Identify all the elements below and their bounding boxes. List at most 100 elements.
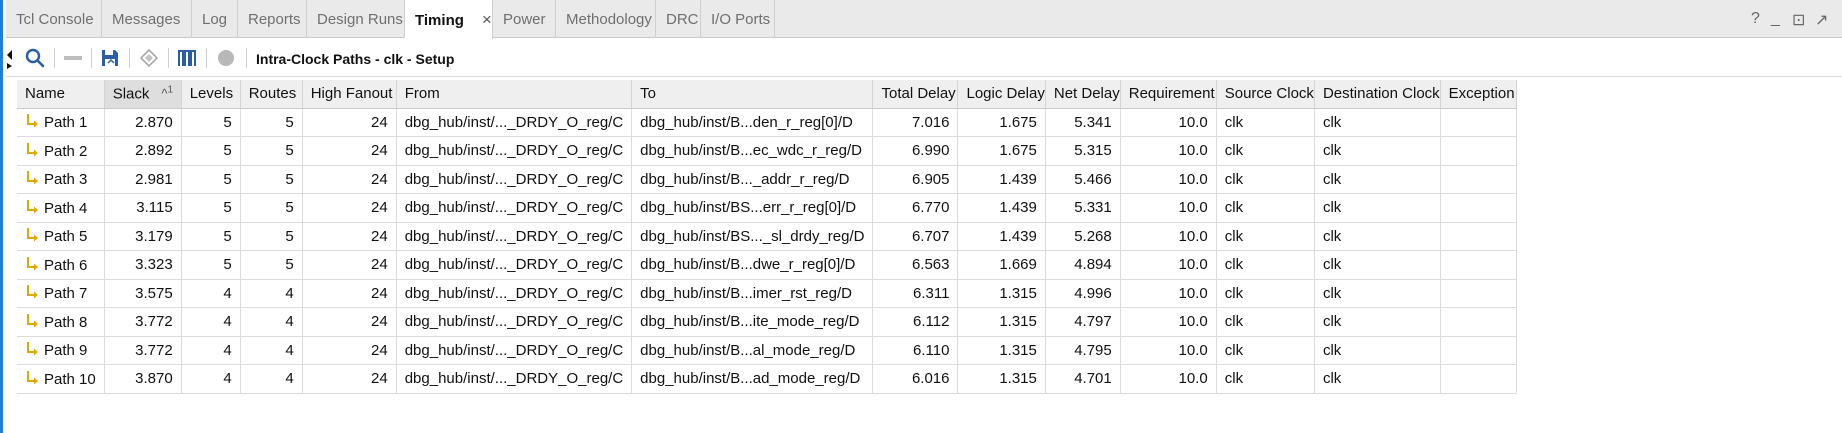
tab-tcl-console[interactable]: Tcl Console	[6, 0, 102, 38]
column-header-routes[interactable]: Routes	[240, 80, 303, 109]
minimize-icon[interactable]: _	[1771, 10, 1780, 28]
table-cell: 6.990	[872, 136, 959, 166]
table-cell: Path 1	[17, 108, 105, 137]
table-cell: dbg_hub/inst/B...imer_rst_reg/D	[631, 279, 874, 308]
float-icon[interactable]: ↗	[1815, 10, 1828, 30]
column-header-total-delay[interactable]: Total Delay	[872, 80, 959, 109]
table-cell: 24	[302, 193, 397, 223]
table-cell: 10.0	[1120, 307, 1217, 337]
table-cell: dbg_hub/inst/BS..._sl_drdy_reg/D	[631, 222, 874, 251]
tab-label: Power	[503, 11, 546, 28]
table-cell: 4.701	[1045, 364, 1121, 394]
sort-ascending-icon: ^1	[161, 85, 173, 101]
column-header-logic-delay[interactable]: Logic Delay	[957, 80, 1046, 109]
table-row[interactable]: Path 6 3.323 5 5 24 dbg_hub/inst/..._DRDY_O_r…	[17, 250, 1517, 280]
table-cell: 6.311	[872, 279, 959, 308]
table-cell	[1440, 250, 1517, 280]
table-row[interactable]: Path 10 3.870 4 4 24 dbg_hub/inst/..._DRDY_O_…	[17, 364, 1517, 394]
diamond-icon[interactable]	[138, 47, 160, 69]
collapse-arrow-icon[interactable]	[6, 47, 14, 69]
table-cell: dbg_hub/inst/..._DRDY_O_reg/C	[396, 108, 633, 137]
help-icon[interactable]: ?	[1751, 10, 1760, 28]
table-cell: 6.707	[872, 222, 959, 251]
table-cell: 1.669	[957, 250, 1046, 280]
path-name: Path 7	[44, 285, 88, 303]
tab-label: Design Runs	[317, 11, 403, 28]
table-cell: 10.0	[1120, 279, 1217, 308]
table-row[interactable]: Path 9 3.772 4 4 24 dbg_hub/inst/..._DRDY_O_r…	[17, 336, 1517, 365]
tab-io-ports[interactable]: I/O Ports	[701, 0, 775, 38]
table-cell: clk	[1216, 193, 1315, 223]
tab-log[interactable]: Log	[192, 0, 238, 38]
table-cell: 6.563	[872, 250, 959, 280]
table-cell: 4	[181, 307, 241, 337]
table-row[interactable]: Path 3 2.981 5 5 24 dbg_hub/inst/..._DRDY_O_r…	[17, 165, 1517, 194]
tab-messages[interactable]: Messages	[102, 0, 192, 38]
minus-icon[interactable]	[63, 47, 83, 69]
tab-timing[interactable]: Timing ×	[405, 0, 493, 39]
table-cell	[1440, 136, 1517, 166]
column-header-high-fanout[interactable]: High Fanout	[302, 80, 397, 109]
table-row[interactable]: Path 8 3.772 4 4 24 dbg_hub/inst/..._DRDY_O_r…	[17, 307, 1517, 337]
table-cell: clk	[1314, 136, 1441, 166]
table-cell: 4	[240, 279, 303, 308]
column-header-slack[interactable]: Slack ^1	[104, 80, 182, 109]
column-header-to[interactable]: To	[631, 80, 874, 109]
column-header-requirement[interactable]: Requirement	[1120, 80, 1217, 109]
table-cell: clk	[1314, 193, 1441, 223]
table-cell: 24	[302, 307, 397, 337]
path-name: Path 1	[44, 114, 88, 132]
column-header-net-delay[interactable]: Net Delay	[1045, 80, 1121, 109]
table-cell: 1.675	[957, 108, 1046, 137]
restore-icon[interactable]: ⊡	[1792, 10, 1805, 30]
table-cell: 5	[240, 250, 303, 280]
column-header-source-clock[interactable]: Source Clock	[1216, 80, 1315, 109]
tab-reports[interactable]: Reports	[238, 0, 307, 38]
table-cell: dbg_hub/inst/..._DRDY_O_reg/C	[396, 165, 633, 194]
table-cell: clk	[1314, 364, 1441, 394]
close-icon[interactable]: ×	[482, 10, 492, 29]
table-row[interactable]: Path 2 2.892 5 5 24 dbg_hub/inst/..._DRDY_O_r…	[17, 136, 1517, 166]
table-cell	[1440, 279, 1517, 308]
table-cell: dbg_hub/inst/..._DRDY_O_reg/C	[396, 222, 633, 251]
table-row[interactable]: Path 5 3.179 5 5 24 dbg_hub/inst/..._DRDY_O_r…	[17, 222, 1517, 251]
tab-methodology[interactable]: Methodology	[556, 0, 656, 38]
save-icon[interactable]	[99, 47, 121, 69]
column-header-from[interactable]: From	[396, 80, 633, 109]
column-header-exception[interactable]: Exception	[1440, 80, 1517, 109]
tab-design-runs[interactable]: Design Runs	[307, 0, 405, 38]
table-row[interactable]: Path 4 3.115 5 5 24 dbg_hub/inst/..._DRDY_O_r…	[17, 193, 1517, 223]
column-header-name[interactable]: Name	[17, 80, 105, 109]
table-cell: 4	[240, 364, 303, 394]
search-icon[interactable]	[24, 47, 46, 69]
waveform-icon[interactable]	[176, 47, 198, 69]
column-header-levels[interactable]: Levels	[181, 80, 241, 109]
table-cell: dbg_hub/inst/..._DRDY_O_reg/C	[396, 336, 633, 365]
tab-power[interactable]: Power	[493, 0, 556, 38]
table-cell: 4.996	[1045, 279, 1121, 308]
table-cell: 4.894	[1045, 250, 1121, 280]
timing-path-icon	[27, 342, 38, 356]
table-cell: 1.439	[957, 165, 1046, 194]
table-row[interactable]: Path 7 3.575 4 4 24 dbg_hub/inst/..._DRDY_O_r…	[17, 279, 1517, 308]
table-cell: clk	[1216, 307, 1315, 337]
tab-drc[interactable]: DRC	[656, 0, 701, 38]
table-cell: 10.0	[1120, 136, 1217, 166]
table-cell: 3.772	[104, 336, 182, 365]
table-cell: 24	[302, 250, 397, 280]
column-header-label: Slack	[112, 85, 150, 103]
table-cell: dbg_hub/inst/B...ec_wdc_r_reg/D	[631, 136, 874, 166]
table-cell: 1.439	[957, 222, 1046, 251]
table-cell: 4	[240, 336, 303, 365]
table-cell: 5.331	[1045, 193, 1121, 223]
table-cell: 3.115	[104, 193, 182, 223]
timing-paths-table: Name Slack ^1 Levels Routes High Fanout F…	[17, 80, 1517, 394]
table-cell: dbg_hub/inst/B...den_r_reg[0]/D	[631, 108, 874, 137]
table-cell: 6.905	[872, 165, 959, 194]
table-cell: 24	[302, 336, 397, 365]
table-row[interactable]: Path 1 2.870 5 5 24 dbg_hub/inst/..._DRDY_O_r…	[17, 108, 1517, 137]
path-name: Path 5	[44, 228, 88, 246]
table-cell: 10.0	[1120, 250, 1217, 280]
column-header-destination-clock[interactable]: Destination Clock	[1314, 80, 1441, 109]
circle-icon[interactable]	[215, 47, 237, 69]
